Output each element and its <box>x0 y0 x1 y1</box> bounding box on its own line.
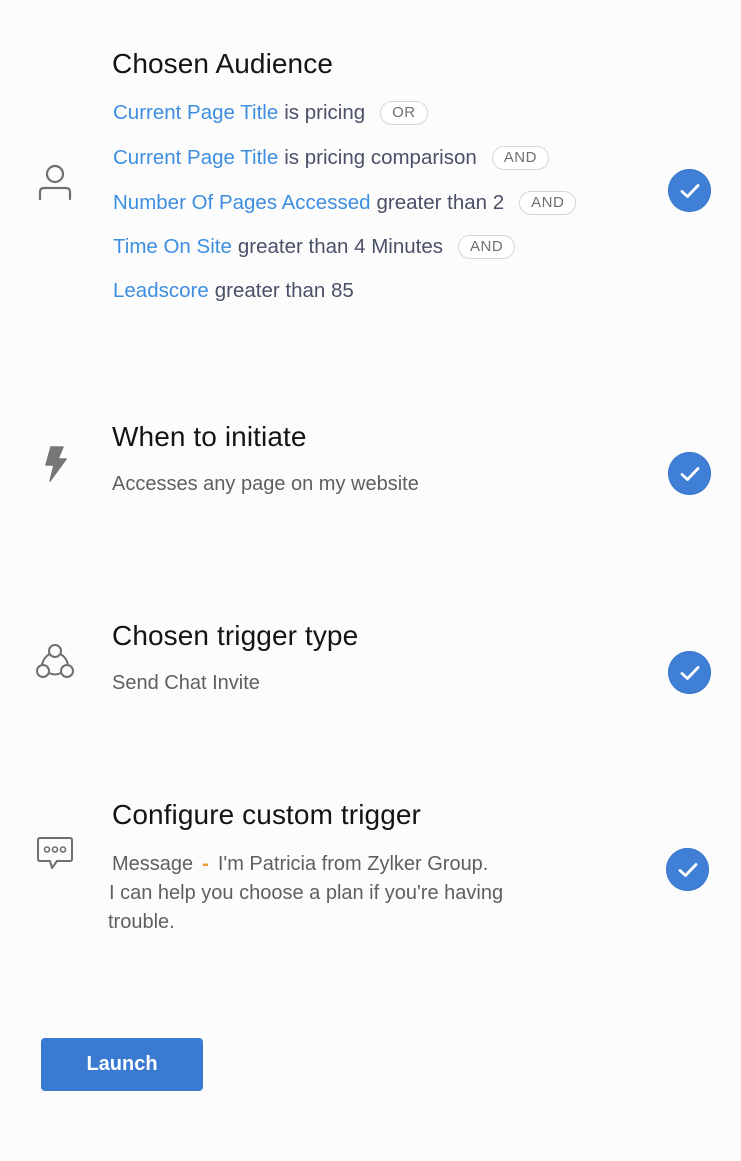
chat-bubble-icon <box>33 832 77 876</box>
message-line: Message - I'm Patricia from Zylker Group. <box>108 850 588 879</box>
section-description: Accesses any page on my website <box>112 473 419 495</box>
section-title: When to initiate <box>112 421 307 452</box>
section-title: Chosen trigger type <box>112 620 359 651</box>
launch-button[interactable]: Launch <box>41 1038 203 1091</box>
network-nodes-icon <box>33 640 77 684</box>
operator-badge: AND <box>519 191 577 215</box>
operator-badge: OR <box>380 101 428 125</box>
rule-field[interactable]: Current Page Title <box>113 146 278 170</box>
section-title: Chosen Audience <box>112 48 334 79</box>
user-icon <box>33 160 77 204</box>
message-separator: - <box>202 853 209 875</box>
operator-badge: AND <box>491 146 549 170</box>
message-line: I can help you choose a plan if you're h… <box>109 882 504 904</box>
rule-field[interactable]: Current Page Title <box>113 101 278 125</box>
audience-rule: Leadscore greater than 85 <box>113 279 354 303</box>
audience-rule: Current Page Title is pricing comparison… <box>113 146 549 170</box>
message-text: I'm Patricia from Zylker Group. <box>217 853 489 875</box>
audience-rule: Number Of Pages Accessed greater than 2 … <box>113 191 577 215</box>
completed-check-icon <box>666 848 709 891</box>
rule-condition: is pricing <box>284 101 366 124</box>
section-title: Configure custom trigger <box>112 799 421 830</box>
rule-field[interactable]: Number Of Pages Accessed <box>113 191 371 215</box>
rule-field[interactable]: Leadscore <box>113 279 209 303</box>
audience-rule: Current Page Title is pricing OR <box>113 101 428 125</box>
lightning-icon <box>33 442 77 486</box>
section-description: Send Chat Invite <box>112 672 260 694</box>
audience-rule: Time On Site greater than 4 Minutes AND <box>113 235 516 259</box>
completed-check-icon <box>668 452 711 495</box>
rule-condition: greater than 85 <box>214 279 354 302</box>
completed-check-icon <box>668 169 711 212</box>
message-line: trouble. <box>108 911 175 933</box>
rule-condition: is pricing comparison <box>284 146 477 169</box>
completed-check-icon <box>668 651 711 694</box>
rule-condition: greater than 4 Minutes <box>237 235 443 258</box>
operator-badge: AND <box>457 235 516 259</box>
message-label: Message <box>112 853 194 875</box>
rule-condition: greater than 2 <box>376 191 505 214</box>
rule-field[interactable]: Time On Site <box>113 235 232 259</box>
trigger-message: Message - I'm Patricia from Zylker Group. … <box>108 850 588 937</box>
